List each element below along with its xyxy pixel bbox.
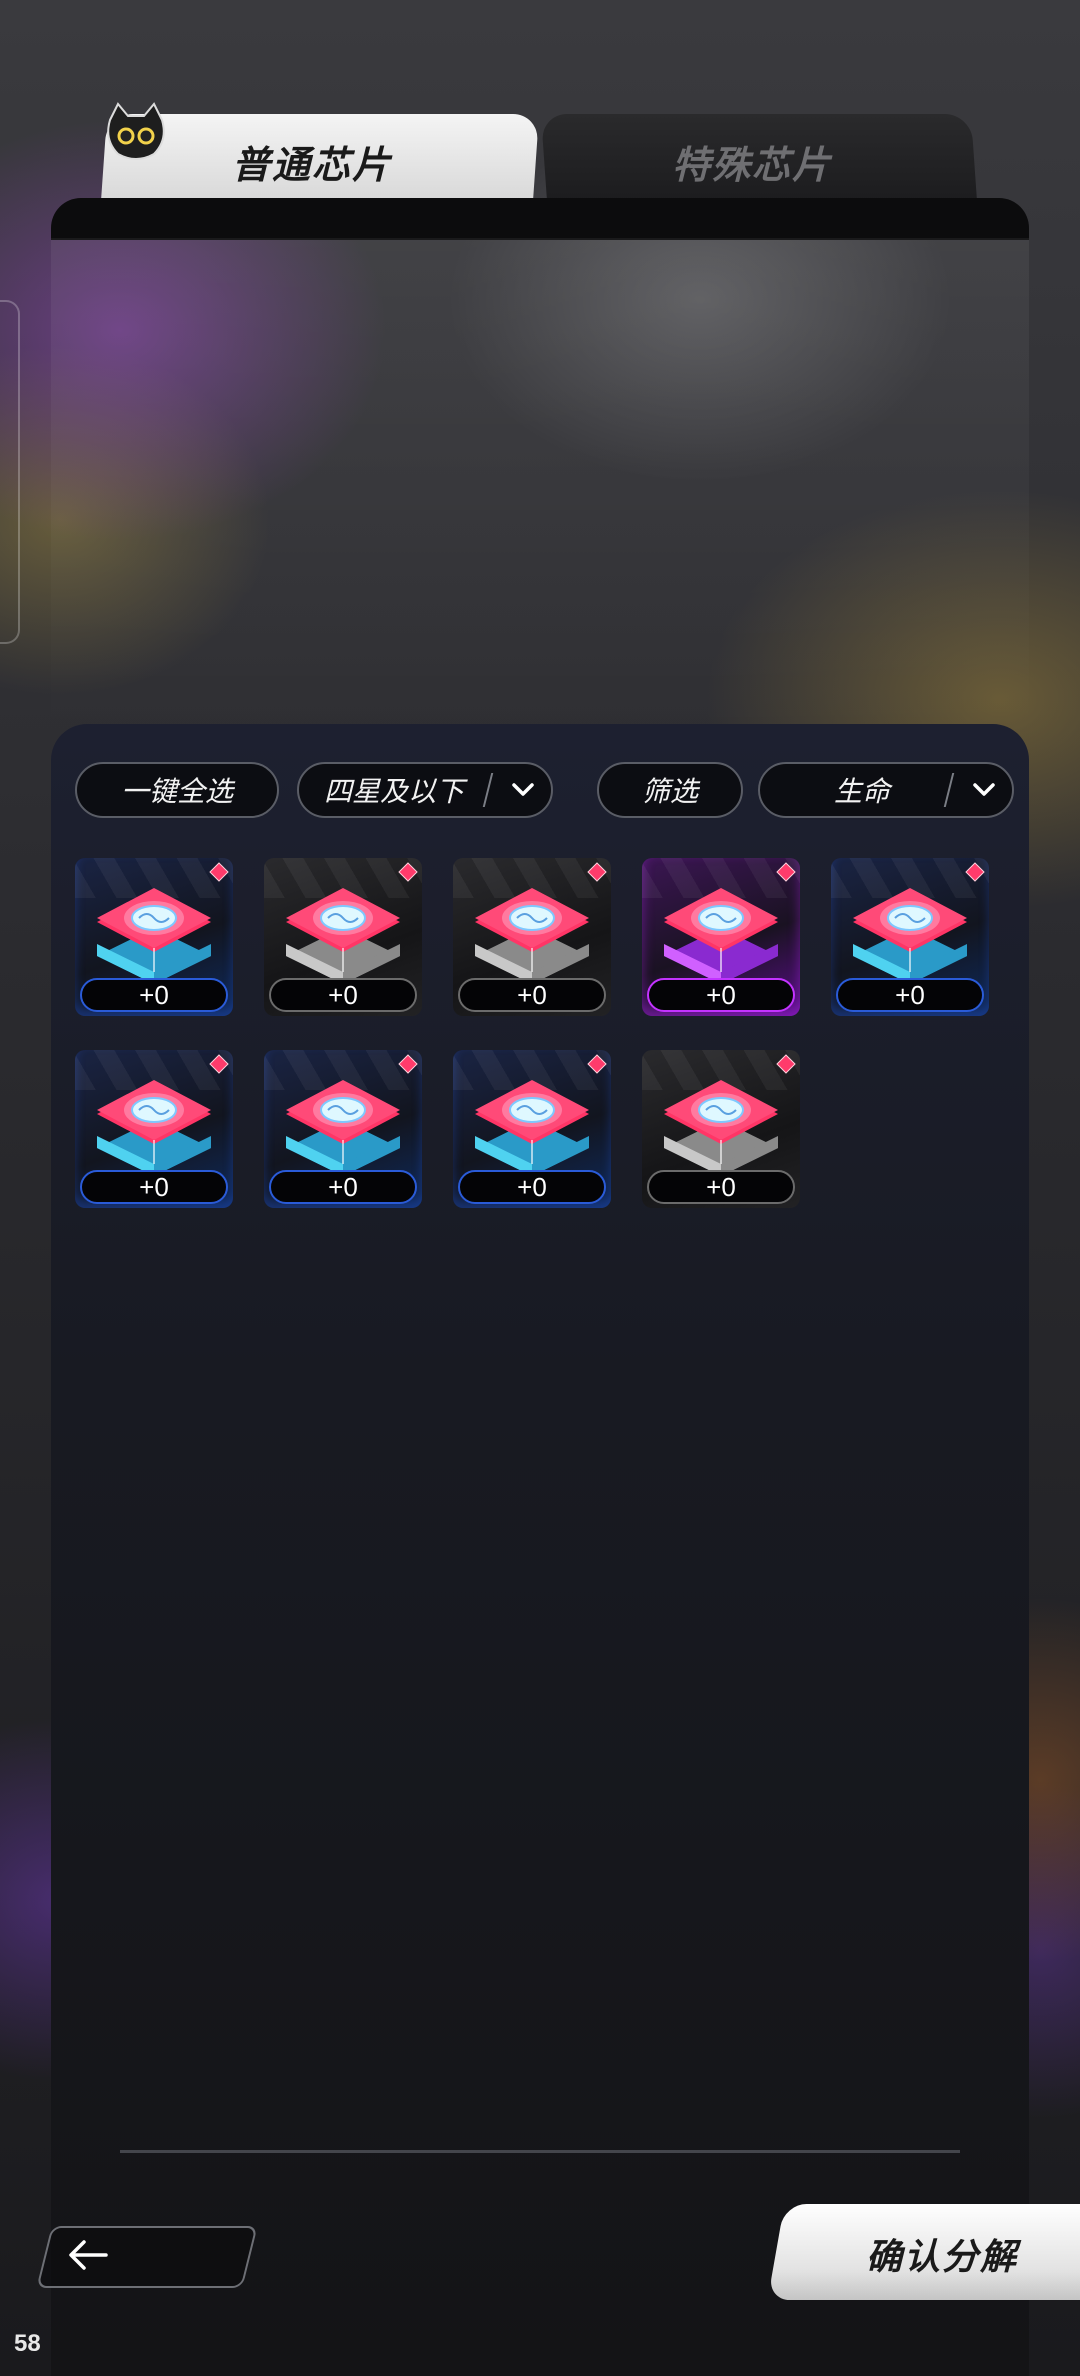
chip-level-badge: +0 [458, 978, 606, 1012]
select-all-label: 一键全选 [120, 775, 233, 808]
chip-level-badge: +0 [836, 978, 984, 1012]
favorite-gem-icon [398, 862, 418, 882]
divider [120, 2150, 960, 2153]
select-all-button[interactable]: 一键全选 [75, 762, 279, 818]
cat-mascot-icon [107, 102, 165, 160]
chip-icon [475, 888, 589, 984]
filter-label: 筛选 [641, 775, 698, 808]
tab-normal-chips-label: 普通芯片 [232, 143, 393, 187]
chip-card[interactable]: +0 [642, 858, 800, 1016]
star-filter-label: 四星及以下 [323, 775, 464, 808]
chip-level-badge: +0 [80, 1170, 228, 1204]
chip-preview-area [51, 238, 1029, 738]
favorite-gem-icon [398, 1054, 418, 1074]
chip-icon [97, 888, 211, 984]
chip-card[interactable]: +0 [453, 858, 611, 1016]
favorite-gem-icon [587, 1054, 607, 1074]
chip-card[interactable]: +0 [264, 1050, 422, 1208]
favorite-gem-icon [587, 862, 607, 882]
chip-level-badge: +0 [269, 1170, 417, 1204]
sort-label: 生命 [833, 775, 890, 808]
chevron-down-icon [964, 782, 1004, 798]
chip-card[interactable]: +0 [453, 1050, 611, 1208]
chevron-down-icon [503, 782, 543, 798]
favorite-gem-icon [209, 862, 229, 882]
dropdown-separator [482, 773, 494, 807]
chip-level-badge: +0 [647, 1170, 795, 1204]
filter-button[interactable]: 筛选 [597, 762, 743, 818]
favorite-gem-icon [965, 862, 985, 882]
dropdown-separator [943, 773, 955, 807]
chip-icon [664, 1080, 778, 1176]
chip-icon [286, 1080, 400, 1176]
arrow-left-icon [69, 2240, 108, 2270]
sort-dropdown[interactable]: 生命 [758, 762, 1014, 818]
chip-card[interactable]: +0 [75, 858, 233, 1016]
favorite-gem-icon [209, 1054, 229, 1074]
chip-icon [853, 888, 967, 984]
chip-card[interactable]: +0 [831, 858, 989, 1016]
favorite-gem-icon [776, 1054, 796, 1074]
favorite-gem-icon [776, 862, 796, 882]
chip-level-badge: +0 [80, 978, 228, 1012]
chip-card[interactable]: +0 [75, 1050, 233, 1208]
chip-level-badge: +0 [458, 1170, 606, 1204]
chip-icon [475, 1080, 589, 1176]
chip-icon [664, 888, 778, 984]
tab-special-chips-label: 特殊芯片 [672, 143, 833, 187]
confirm-decompose-label: 确认分解 [866, 2237, 1019, 2278]
panel-header-bar [51, 198, 1029, 240]
star-filter-dropdown[interactable]: 四星及以下 [297, 762, 553, 818]
chip-icon [286, 888, 400, 984]
chip-card[interactable]: +0 [264, 858, 422, 1016]
chip-level-badge: +0 [647, 978, 795, 1012]
chip-icon [97, 1080, 211, 1176]
side-drawer-handle[interactable] [0, 300, 20, 644]
chip-level-badge: +0 [269, 978, 417, 1012]
chip-card[interactable]: +0 [642, 1050, 800, 1208]
fps-counter: 58 [14, 2330, 41, 2357]
